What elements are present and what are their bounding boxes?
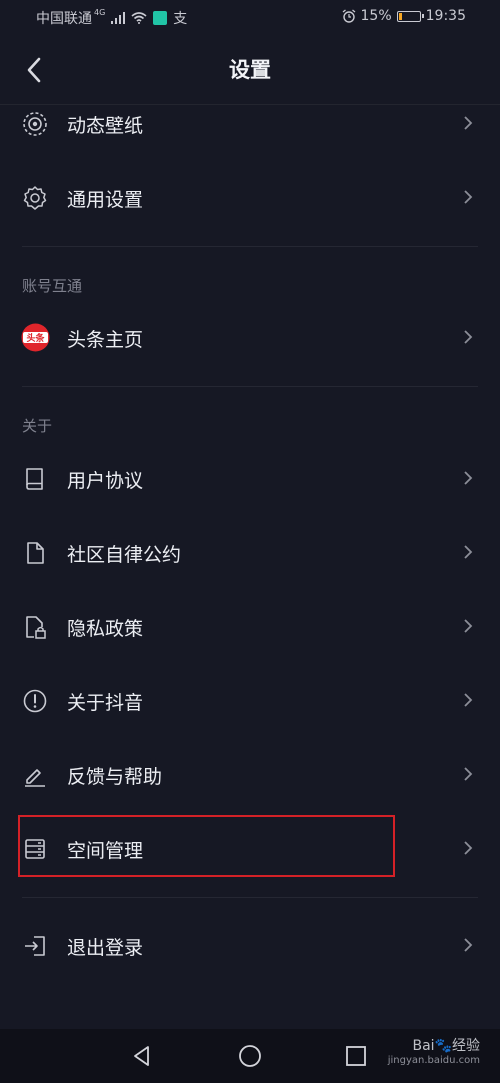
info-exclamation-icon [23, 689, 47, 713]
row-label: 用户协议 [67, 470, 144, 492]
section-header-account: 账号互通 [22, 277, 83, 295]
chevron-right-icon [464, 190, 473, 204]
row-label: 关于抖音 [67, 692, 144, 714]
nav-back-triangle-icon[interactable] [128, 1042, 156, 1070]
watermark-url: jingyan.baidu.com [387, 1055, 480, 1066]
row-label: 隐私政策 [67, 618, 144, 640]
app-notification-icon [153, 11, 168, 25]
status-bar: 中国联通 4G 支 15% 19:35 [0, 0, 500, 36]
settings-row-logout[interactable]: 退出登录 [0, 916, 500, 976]
nav-home-circle-icon[interactable] [236, 1042, 264, 1070]
battery-icon [396, 10, 424, 22]
document-icon [27, 542, 44, 564]
alarm-icon [342, 9, 355, 23]
divider [22, 246, 478, 247]
highlight-box [18, 815, 395, 877]
chevron-right-icon [464, 767, 473, 781]
watermark-brand-suffix: 经验 [452, 1038, 480, 1054]
baidu-jingyan-watermark: Bai🐾经验 jingyan.baidu.com [388, 1035, 480, 1066]
status-right: 15% 19:35 [342, 8, 466, 24]
chevron-right-icon [464, 116, 473, 130]
row-label: 反馈与帮助 [67, 766, 163, 788]
watermark-brand: Bai [412, 1038, 435, 1054]
paw-icon: 🐾 [434, 1038, 452, 1054]
divider [22, 897, 478, 898]
row-label: 头条主页 [67, 329, 144, 351]
chevron-right-icon [464, 619, 473, 633]
settings-row-user-agreement[interactable]: 用户协议 [0, 449, 500, 509]
chevron-right-icon [464, 938, 473, 952]
battery-percent: 15% [360, 8, 392, 24]
settings-row-general[interactable]: 通用设置 [0, 168, 500, 228]
settings-row-about-douyin[interactable]: 关于抖音 [0, 671, 500, 731]
row-label: 退出登录 [67, 937, 144, 959]
chevron-right-icon [464, 693, 473, 707]
logout-icon [25, 936, 45, 956]
gear-icon [23, 186, 47, 210]
settings-row-toutiao[interactable]: 头条 头条主页 [0, 308, 500, 368]
watermark-brand-line: Bai🐾经验 [388, 1035, 480, 1055]
status-extra-glyph: 支 [173, 11, 188, 27]
carrier-label: 中国联通 [36, 11, 92, 27]
chevron-right-icon [464, 471, 473, 485]
battery-level [398, 12, 402, 20]
clock: 19:35 [425, 8, 466, 24]
live-wallpaper-icon [23, 112, 47, 136]
row-label: 动态壁纸 [67, 115, 144, 137]
page-title: 设置 [229, 58, 271, 82]
settings-row-feedback-help[interactable]: 反馈与帮助 [0, 745, 500, 805]
toutiao-logo-icon: 头条 [21, 323, 50, 352]
section-header-about: 关于 [22, 417, 53, 435]
nav-recents-square-icon[interactable] [342, 1042, 370, 1070]
settings-row-live-wallpaper[interactable]: 动态壁纸 [0, 94, 500, 154]
divider [22, 386, 478, 387]
privacy-lock-icon [26, 616, 46, 639]
signal-icon [111, 12, 126, 24]
book-icon [26, 468, 43, 490]
chevron-right-icon [464, 545, 473, 559]
wifi-icon [131, 12, 147, 24]
network-generation: 4G [94, 7, 106, 17]
pencil-icon [25, 769, 45, 787]
settings-row-community-rules[interactable]: 社区自律公约 [0, 523, 500, 583]
status-left: 中国联通 4G 支 [36, 8, 187, 28]
toutiao-logo-text: 头条 [26, 332, 45, 344]
row-label: 社区自律公约 [67, 544, 182, 566]
row-label: 通用设置 [67, 189, 144, 211]
chevron-right-icon [464, 330, 473, 344]
settings-row-privacy-policy[interactable]: 隐私政策 [0, 597, 500, 657]
chevron-right-icon [464, 841, 473, 855]
